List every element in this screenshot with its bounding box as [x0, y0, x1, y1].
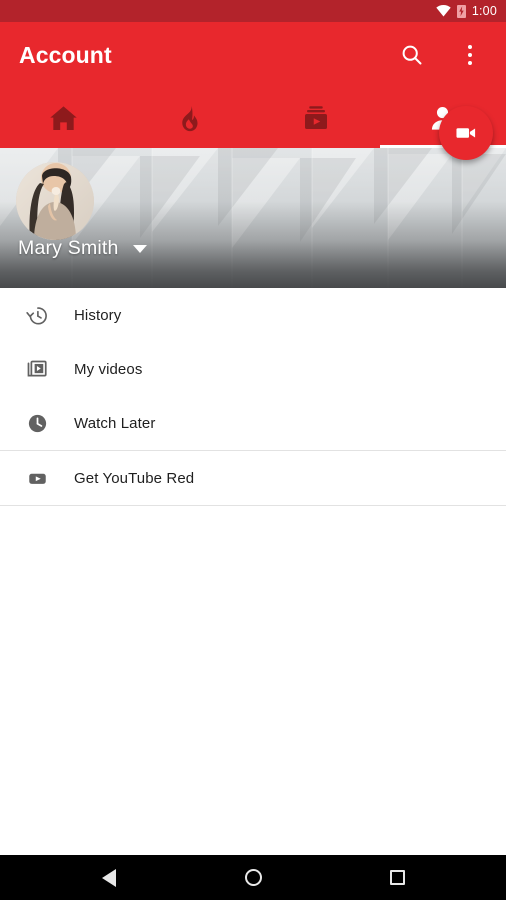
- profile-name-row[interactable]: Mary Smith: [18, 237, 147, 260]
- menu-item-get-youtube-red[interactable]: Get YouTube Red: [0, 451, 506, 505]
- tab-subscriptions[interactable]: [253, 88, 380, 148]
- app-bar-actions: [390, 33, 506, 77]
- history-icon-wrap: [0, 304, 74, 327]
- search-button[interactable]: [390, 33, 434, 77]
- avatar[interactable]: [16, 162, 94, 240]
- recents-button[interactable]: [377, 858, 417, 898]
- list-divider-bottom: [0, 505, 506, 506]
- history-icon: [25, 306, 47, 325]
- menu-item-watch-later[interactable]: Watch Later: [0, 396, 506, 450]
- my-videos-icon-wrap: [0, 358, 74, 381]
- android-navigation-bar: [0, 855, 506, 900]
- tab-bar: [0, 88, 506, 148]
- menu-item-label: Get YouTube Red: [74, 469, 195, 487]
- chevron-down-icon[interactable]: [132, 244, 147, 253]
- overflow-menu-icon: [467, 44, 473, 66]
- upload-video-fab[interactable]: [439, 106, 493, 160]
- account-menu-list: History My videos Watch Later Get YouTub…: [0, 288, 506, 506]
- tab-home[interactable]: [0, 88, 127, 148]
- my-videos-icon: [27, 360, 47, 376]
- youtube-red-icon: [28, 473, 46, 484]
- profile-name: Mary Smith: [18, 237, 119, 259]
- back-button[interactable]: [89, 858, 129, 898]
- home-button[interactable]: [233, 858, 273, 898]
- subscriptions-icon: [305, 106, 328, 129]
- menu-item-history[interactable]: History: [0, 288, 506, 342]
- home-circle-icon: [244, 869, 262, 886]
- user-avatar-photo: [16, 162, 94, 240]
- video-camera-icon: [456, 128, 476, 138]
- app-bar: Account: [0, 22, 506, 88]
- menu-item-my-videos[interactable]: My videos: [0, 342, 506, 396]
- profile-banner: Mary Smith: [0, 148, 506, 288]
- overflow-menu-button[interactable]: [448, 33, 492, 77]
- search-icon: [402, 45, 422, 65]
- status-bar: 1:00: [0, 0, 506, 22]
- wifi-icon: [436, 5, 451, 17]
- watch-later-icon: [28, 414, 46, 432]
- menu-item-label: History: [74, 306, 122, 324]
- phone-screen: 1:00 Account Mary Smith History My video…: [0, 0, 506, 900]
- recents-square-icon: [389, 870, 405, 885]
- menu-item-label: Watch Later: [74, 414, 156, 432]
- youtube-red-icon-wrap: [0, 467, 74, 490]
- flame-icon: [182, 105, 198, 131]
- status-clock: 1:00: [471, 4, 497, 18]
- menu-item-label: My videos: [74, 360, 143, 378]
- page-title: Account: [19, 41, 112, 68]
- back-triangle-icon: [102, 868, 116, 887]
- watch-later-icon-wrap: [0, 412, 74, 435]
- battery-charging-icon: [456, 5, 466, 18]
- tab-trending[interactable]: [127, 88, 254, 148]
- home-icon: [50, 105, 77, 130]
- status-icon-group: 1:00: [436, 4, 497, 18]
